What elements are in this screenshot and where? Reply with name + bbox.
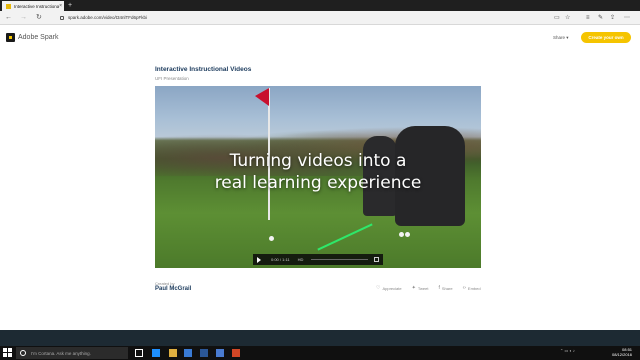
lock-icon	[60, 16, 64, 20]
embed-button[interactable]: ‹› Embed	[463, 285, 481, 291]
video-controls: 0:00 / 1:11 HD	[253, 254, 383, 265]
social-actions: ♡ Appreciate ✦ Tweet f Share ‹› Embed	[376, 285, 481, 291]
file-explorer-icon[interactable]	[169, 349, 177, 357]
embed-icon: ‹›	[462, 285, 466, 291]
logo-text: Adobe Spark	[18, 34, 59, 41]
address-bar: ← → ↻ spark.adobe.com/video/t34nlTFd6pFk…	[0, 11, 640, 25]
url-field[interactable]: spark.adobe.com/video/t34nlTFd6pFkbi	[60, 14, 147, 22]
golf-ball	[399, 232, 404, 237]
spark-logo-icon	[6, 33, 15, 42]
golf-flag	[255, 88, 269, 106]
heart-icon: ♡	[376, 285, 381, 291]
powerpoint-icon[interactable]	[232, 349, 240, 357]
taskbar-clock[interactable]: 08:51 08/12/2016	[612, 347, 632, 357]
favorite-star-icon[interactable]: ☆	[565, 13, 570, 23]
browser-tab[interactable]: Interactive Instructional ×	[2, 1, 64, 11]
embed-label: Embed	[467, 285, 481, 291]
tweet-button[interactable]: ✦ Tweet	[412, 285, 429, 291]
cortana-placeholder: I'm Cortana. Ask me anything.	[31, 350, 91, 356]
twitter-icon: ✦	[411, 285, 416, 291]
create-your-own-button[interactable]: Create your own	[581, 32, 631, 43]
edge-icon[interactable]	[152, 349, 160, 357]
web-note-icon[interactable]: ✎	[598, 13, 603, 23]
facebook-icon: f	[438, 285, 440, 291]
video-caption: Turning videos into a real learning expe…	[155, 150, 481, 194]
url-text: spark.adobe.com/video/t34nlTFd6pFkbi	[68, 15, 148, 20]
windows-start-icon[interactable]	[3, 348, 13, 358]
page-subtitle: UFI Presentation	[155, 76, 189, 81]
browser-tab-strip: Interactive Instructional × +	[0, 0, 640, 11]
video-player[interactable]: Turning videos into a real learning expe…	[155, 86, 481, 268]
golf-ball	[269, 236, 274, 241]
hd-badge[interactable]: HD	[298, 257, 304, 262]
share-icon[interactable]: ⇪	[610, 13, 615, 23]
back-icon[interactable]: ←	[5, 13, 12, 23]
cortana-search-box[interactable]: I'm Cortana. Ask me anything.	[16, 347, 128, 359]
share-label: Share	[441, 285, 453, 291]
new-tab-button[interactable]: +	[68, 1, 72, 10]
cortana-icon	[20, 350, 26, 356]
forward-icon[interactable]: →	[20, 13, 27, 23]
fullscreen-icon[interactable]	[374, 257, 379, 262]
task-view-icon[interactable]	[135, 349, 143, 357]
share-button[interactable]: f Share	[438, 285, 452, 291]
reading-view-icon[interactable]: ▭	[554, 13, 560, 23]
appreciate-label: Appreciate	[382, 285, 402, 291]
play-icon[interactable]	[257, 256, 261, 263]
word-icon[interactable]	[200, 349, 208, 357]
clock-date: 08/12/2016	[612, 352, 633, 357]
page-footer	[0, 330, 640, 346]
page-title: Interactive Instructional Videos	[155, 66, 252, 73]
share-dropdown[interactable]: Share ▾	[553, 35, 569, 41]
more-icon[interactable]: ⋯	[624, 13, 630, 23]
adobe-spark-logo[interactable]: Adobe Spark	[6, 33, 58, 42]
windows-taskbar: I'm Cortana. Ask me anything. ⌃ ▭ ◐ ♪ 08…	[0, 346, 640, 360]
system-tray-icons[interactable]: ⌃ ▭ ◐ ♪	[560, 348, 575, 353]
author-name[interactable]: Paul McGrail	[155, 286, 191, 292]
store-icon[interactable]	[184, 349, 192, 357]
video-caption-line-1: Turning videos into a	[229, 151, 407, 171]
alignment-stick	[317, 223, 373, 251]
tab-close-icon[interactable]: ×	[59, 3, 62, 9]
site-header: Adobe Spark Share ▾ Create your own	[0, 26, 640, 50]
video-progress-bar[interactable]	[311, 259, 368, 260]
favicon-icon	[6, 3, 11, 9]
tweet-label: Tweet	[417, 285, 429, 291]
outlook-icon[interactable]	[216, 349, 224, 357]
golf-ball	[405, 232, 410, 237]
refresh-icon[interactable]: ↻	[36, 13, 42, 23]
tab-title: Interactive Instructional	[14, 3, 60, 9]
hub-icon[interactable]: ≡	[586, 13, 590, 23]
video-caption-line-2: real learning experience	[214, 173, 422, 193]
appreciate-button[interactable]: ♡ Appreciate	[376, 285, 402, 291]
video-time: 0:00 / 1:11	[271, 257, 290, 262]
